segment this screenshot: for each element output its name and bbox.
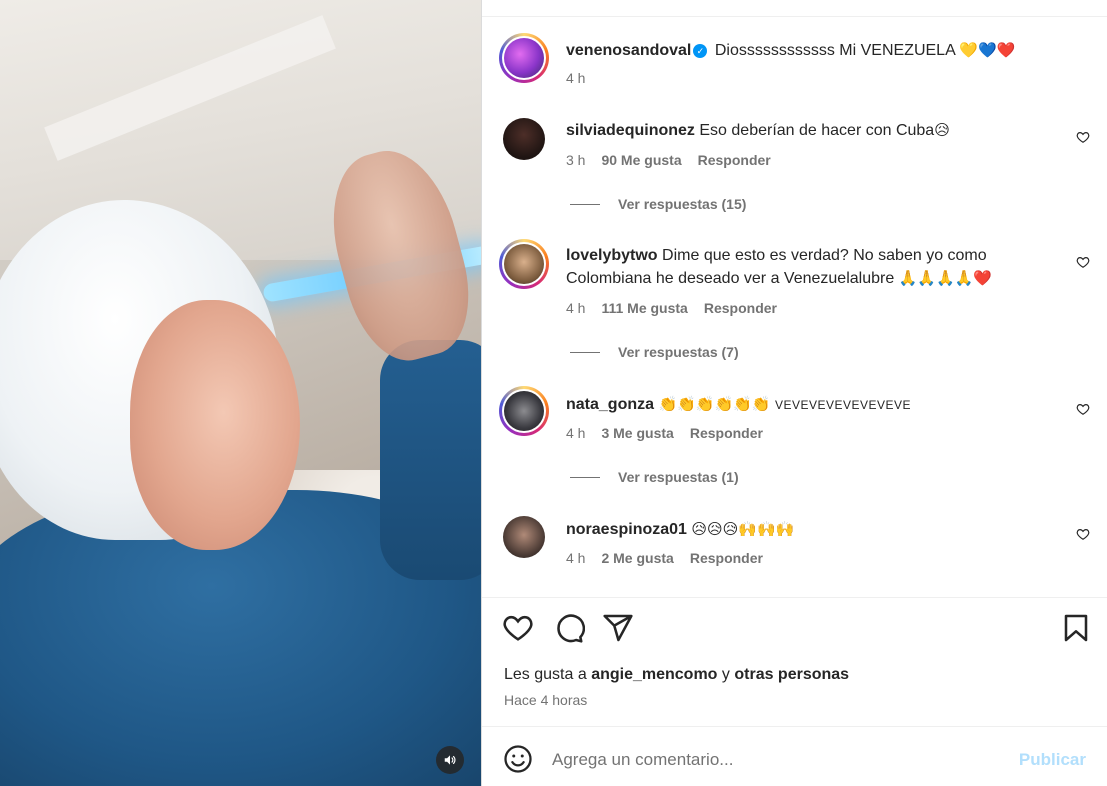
comment-text: Eso deberían de hacer con Cuba [699, 122, 935, 139]
comment-time: 3 h [566, 152, 586, 168]
comment-emoji: 😥😥😥🙌🙌🙌 [691, 520, 795, 538]
comment-body: nata_gonza 👏👏👏👏👏👏 VEVEVEVEVEVEVEVE [566, 393, 1056, 417]
reply-button[interactable]: Responder [690, 550, 763, 566]
comment-meta: 4 h 111 Me gusta Responder [566, 300, 777, 316]
comment-body: lovelybytwo Dime que esto es verdad? No … [566, 244, 1056, 290]
comment-avatar[interactable] [499, 386, 549, 436]
comment-time: 4 h [566, 300, 586, 316]
comment-text: VEVEVEVEVEVEVEVE [774, 398, 912, 412]
comment-emoji: 👏👏👏👏👏👏 [658, 395, 771, 413]
replies-dash [570, 351, 600, 353]
comment-likes[interactable]: 90 Me gusta [601, 152, 681, 168]
comment-likes[interactable]: 111 Me gusta [601, 300, 687, 316]
comment-username[interactable]: lovelybytwo [566, 247, 658, 264]
likes-prefix: Les gusta a [504, 666, 587, 683]
comment-username[interactable]: silviadequinonez [566, 122, 695, 139]
emoji-picker-icon[interactable] [503, 744, 533, 774]
verified-badge-icon: ✓ [693, 44, 708, 58]
comment-time: 4 h [566, 550, 586, 566]
author-username[interactable]: venenosandoval [566, 42, 691, 59]
comment-like-heart-icon[interactable] [1076, 255, 1090, 269]
comment-likes[interactable]: 2 Me gusta [601, 550, 673, 566]
comment-time: 4 h [566, 425, 586, 441]
comment-like-heart-icon[interactable] [1076, 402, 1090, 416]
author-avatar[interactable] [499, 33, 549, 83]
comment-emoji: 🙏🙏🙏🙏❤️ [898, 269, 993, 287]
reply-button[interactable]: Responder [690, 425, 763, 441]
comment-avatar[interactable] [503, 118, 545, 160]
video-player[interactable] [0, 0, 481, 786]
speaker-icon [444, 755, 456, 765]
likes-summary: Les gusta a angie_mencomo y otras person… [504, 666, 849, 684]
comment-icon[interactable] [553, 612, 585, 644]
view-replies-button[interactable]: Ver respuestas (1) [570, 469, 739, 485]
reply-button[interactable]: Responder [704, 300, 777, 316]
likes-joiner: y [721, 666, 730, 683]
likes-others-link[interactable]: otras personas [734, 666, 849, 683]
reply-button[interactable]: Responder [698, 152, 771, 168]
comment-likes[interactable]: 3 Me gusta [601, 425, 673, 441]
view-replies-button[interactable]: Ver respuestas (15) [570, 196, 746, 212]
view-replies-label: Ver respuestas (15) [618, 196, 747, 212]
comment-like-heart-icon[interactable] [1076, 527, 1090, 541]
publish-button[interactable]: Publicar [1019, 750, 1086, 770]
heart-icon[interactable] [502, 612, 534, 644]
comment-text-line2: Colombiana he deseado ver a Venezuelalub… [566, 270, 895, 287]
comment-avatar[interactable] [499, 239, 549, 289]
view-replies-label: Ver respuestas (1) [618, 469, 739, 485]
view-replies-label: Ver respuestas (7) [618, 344, 739, 360]
comment-meta: 3 h 90 Me gusta Responder [566, 152, 771, 168]
post-viewer: venenosandoval ✓ Diossssssssssss Mi VENEZ… [0, 0, 1107, 786]
caption-text: Diossssssssssss Mi VENEZUELA [714, 42, 955, 59]
comment-body: silviadequinonez Eso deberían de hacer c… [566, 119, 1056, 142]
video-robe-arm [380, 340, 481, 580]
comment-like-heart-icon[interactable] [1076, 130, 1090, 144]
share-icon[interactable] [602, 612, 634, 644]
mute-button[interactable] [436, 746, 464, 774]
post-time: Hace 4 horas [504, 692, 588, 708]
comment-username[interactable]: nata_gonza [566, 396, 654, 413]
caption-emojis: 💛💙❤️ [959, 41, 1016, 59]
comment-avatar[interactable] [503, 516, 545, 558]
comment-body: noraespinoza01 😥😥😥🙌🙌🙌 [566, 518, 1056, 541]
bookmark-icon[interactable] [1060, 612, 1092, 644]
comment-text: Dime que esto es verdad? No saben yo com… [662, 247, 987, 264]
comment-username[interactable]: noraespinoza01 [566, 521, 687, 538]
divider [482, 726, 1107, 727]
caption: venenosandoval ✓ Diossssssssssss Mi VENEZ… [566, 40, 1015, 61]
comment-meta: 4 h 2 Me gusta Responder [566, 550, 763, 566]
comment-emoji: 😥 [934, 121, 950, 139]
view-replies-button[interactable]: Ver respuestas (7) [570, 344, 739, 360]
video-face [130, 300, 300, 550]
divider [482, 16, 1107, 17]
liker-username[interactable]: angie_mencomo [591, 666, 717, 683]
comments-panel: venenosandoval ✓ Diossssssssssss Mi VENEZ… [481, 0, 1107, 786]
replies-dash [570, 476, 600, 478]
comment-input[interactable] [552, 744, 1022, 776]
replies-dash [570, 203, 600, 205]
divider [482, 597, 1107, 598]
caption-time: 4 h [566, 70, 586, 86]
comment-meta: 4 h 3 Me gusta Responder [566, 425, 763, 441]
